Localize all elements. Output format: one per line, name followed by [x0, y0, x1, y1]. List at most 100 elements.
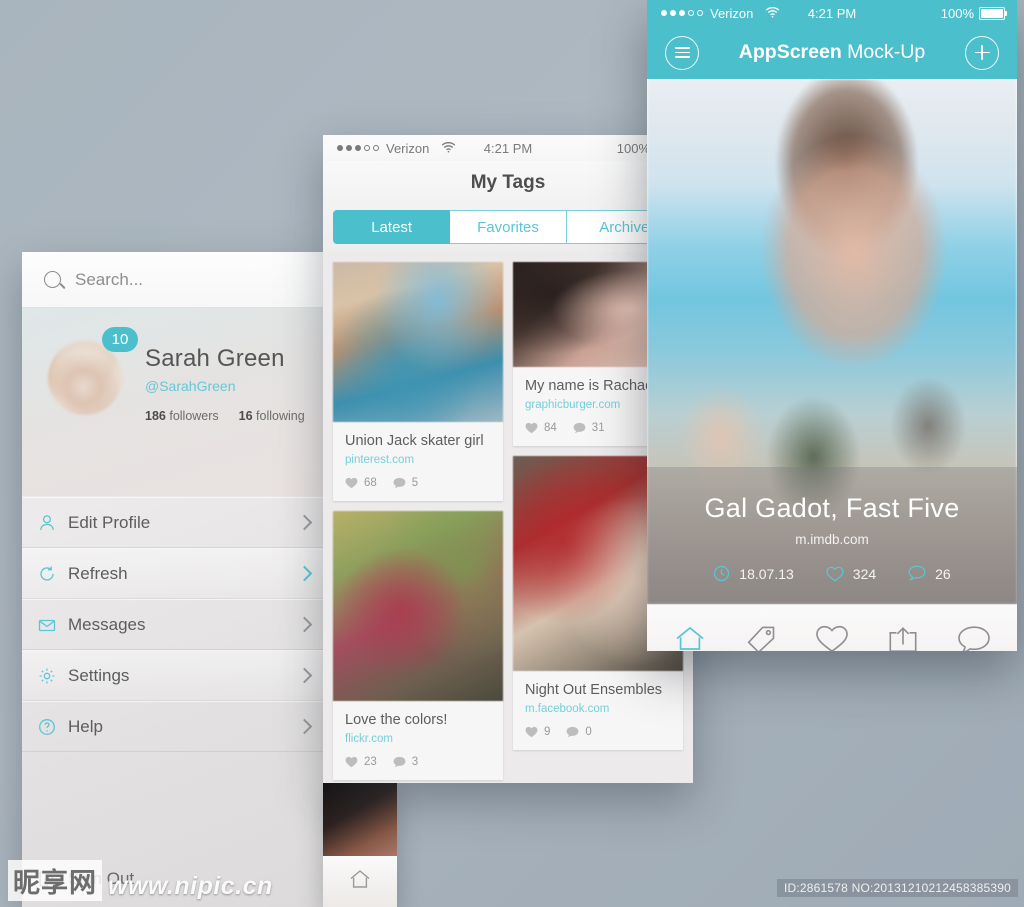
comment-count-group[interactable]: 5: [393, 477, 418, 489]
like-count: 23: [364, 756, 377, 768]
app-title-rest: Mock-Up: [841, 41, 926, 63]
card-meta: Love the colors! flickr.com 23 3: [333, 701, 503, 780]
card-column-left: Union Jack skater girl pinterest.com 68 …: [333, 262, 503, 780]
tab-comments[interactable]: [957, 624, 991, 651]
profile-stats: 186 followers 16 following: [145, 409, 305, 423]
card-counts: 9 0: [525, 726, 671, 738]
background-phone-peek: [323, 783, 397, 907]
menu-item-settings[interactable]: Settings: [22, 650, 332, 701]
card-item[interactable]: Love the colors! flickr.com 23 3: [333, 511, 503, 780]
hero-source[interactable]: m.imdb.com: [647, 532, 1017, 547]
refresh-icon: [36, 563, 58, 585]
background-phone-tabbar: [323, 856, 397, 907]
battery-status: 100%: [941, 6, 1007, 21]
battery-percent: 100%: [616, 140, 650, 156]
hero-likes-group[interactable]: 324: [826, 566, 876, 582]
tab-bar: Latest Favorites Archive: [323, 204, 693, 252]
sign-out-icon: [36, 869, 58, 889]
following-label: following: [256, 409, 305, 423]
hamburger-icon: [674, 47, 690, 58]
profile-handle[interactable]: @SarahGreen: [145, 378, 305, 394]
hero-date: 18.07.13: [739, 565, 794, 582]
hero-title: Gal Gadot, Fast Five: [704, 493, 960, 523]
tab-favorites[interactable]: Favorites: [450, 210, 567, 244]
comment-icon: [393, 756, 406, 768]
clock-label: 4:21 PM: [483, 140, 533, 156]
card-source[interactable]: m.facebook.com: [525, 703, 671, 715]
like-count-group[interactable]: 23: [345, 756, 377, 768]
card-source[interactable]: flickr.com: [345, 733, 491, 745]
signal-strength-icon: [661, 10, 703, 16]
sign-out-label: Sign Out: [68, 869, 135, 888]
menu-item-help[interactable]: Help: [22, 701, 332, 752]
card-grid: Union Jack skater girl pinterest.com 68 …: [323, 252, 693, 783]
tab-share[interactable]: [886, 624, 920, 651]
menu-item-messages[interactable]: Messages: [22, 599, 332, 650]
comment-count-group[interactable]: 31: [573, 422, 605, 434]
menu-item-edit-profile[interactable]: Edit Profile: [22, 497, 332, 548]
left-phone-menu-screen: Search... 10 Sarah Green @SarahGreen 186…: [22, 252, 332, 907]
tab-home[interactable]: [673, 623, 707, 651]
app-title-bold: AppScreen: [738, 41, 842, 63]
status-bar: Verizon 4:21 PM 100%: [323, 135, 693, 161]
chevron-right-icon: [296, 718, 313, 735]
heart-icon: [345, 756, 358, 768]
heart-icon: [345, 477, 358, 489]
page-title: My Tags: [323, 161, 693, 204]
gear-icon: [36, 665, 58, 687]
following-count: 16: [238, 409, 253, 423]
card-photo: [333, 511, 503, 701]
card-counts: 68 5: [345, 477, 491, 489]
notification-badge[interactable]: 10: [102, 327, 138, 352]
menu-item-label: Settings: [68, 665, 130, 685]
chevron-right-icon: [296, 616, 313, 633]
menu-item-refresh[interactable]: Refresh: [22, 548, 332, 599]
question-circle-icon: [36, 716, 58, 738]
clock-label: 4:21 PM: [807, 5, 857, 21]
followers-count: 186: [145, 409, 166, 423]
profile-info: Sarah Green @SarahGreen 186 followers 16…: [145, 341, 305, 496]
home-icon[interactable]: [347, 866, 373, 897]
wifi-icon: [765, 6, 780, 21]
watermark-id: ID:2861578 NO:20131210212458385390: [777, 879, 1018, 897]
like-count-group[interactable]: 9: [525, 726, 550, 738]
tab-latest[interactable]: Latest: [333, 210, 451, 244]
mockup-stage: Search... 10 Sarah Green @SarahGreen 186…: [0, 0, 1024, 907]
heart-icon: [525, 726, 538, 738]
like-count-group[interactable]: 84: [525, 422, 557, 434]
right-phone-appscreen: Verizon 4:21 PM 100% AppScreen Mock-Up G…: [647, 0, 1017, 651]
heart-icon: [525, 422, 538, 434]
card-photo: [333, 262, 503, 422]
add-button[interactable]: [965, 35, 999, 70]
tab-tag[interactable]: [744, 624, 778, 651]
card-source[interactable]: pinterest.com: [345, 454, 491, 466]
like-count-group[interactable]: 68: [345, 477, 377, 489]
hamburger-menu-button[interactable]: [665, 35, 699, 70]
chevron-right-icon: [296, 565, 313, 582]
signal-strength-icon: [337, 145, 379, 151]
comment-count-group[interactable]: 0: [566, 726, 592, 738]
search-input[interactable]: Search...: [22, 252, 332, 308]
menu-item-label: Refresh: [68, 563, 128, 583]
wifi-icon: [441, 141, 456, 156]
comment-count: 31: [591, 422, 605, 434]
card-item[interactable]: Union Jack skater girl pinterest.com 68 …: [333, 262, 503, 501]
card-title: Union Jack skater girl: [345, 433, 484, 449]
bottom-tab-bar: [647, 604, 1017, 651]
hero-comments-group[interactable]: 26: [908, 565, 951, 582]
comment-count-group[interactable]: 3: [393, 756, 418, 768]
tab-likes[interactable]: [815, 624, 849, 651]
like-count: 84: [544, 422, 557, 434]
profile-name: Sarah Green: [145, 345, 285, 372]
hero-section[interactable]: Gal Gadot, Fast Five m.imdb.com 18.07.13…: [647, 79, 1017, 604]
battery-icon: [979, 6, 1007, 20]
followers-label: followers: [169, 409, 219, 423]
card-title: Night Out Ensembles: [525, 682, 663, 698]
search-icon: [44, 271, 61, 288]
card-counts: 23 3: [345, 756, 491, 768]
like-count: 68: [364, 477, 377, 489]
avatar[interactable]: 10: [48, 327, 138, 415]
card-title: Love the colors!: [345, 712, 448, 728]
comment-count: 0: [585, 726, 592, 738]
sign-out-button[interactable]: Sign Out: [39, 869, 135, 889]
